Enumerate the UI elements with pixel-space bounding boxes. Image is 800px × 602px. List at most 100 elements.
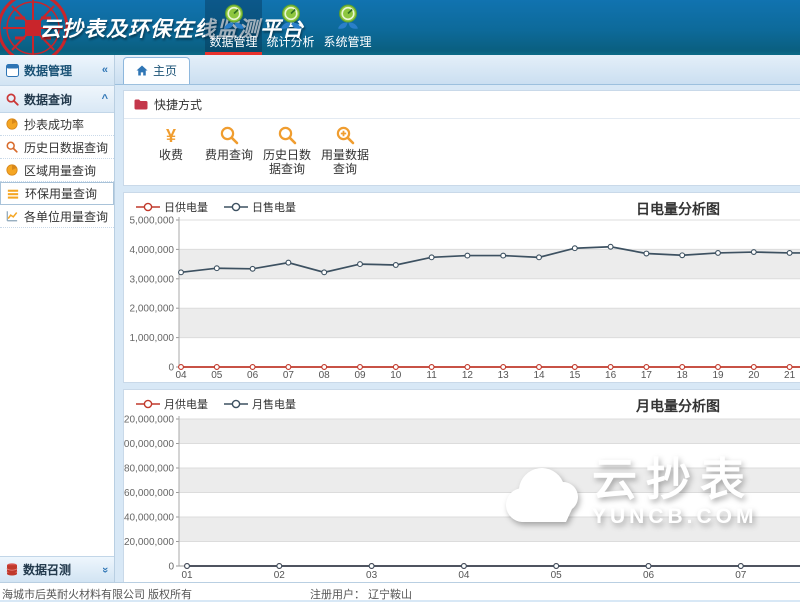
tab-label: 主页 xyxy=(153,62,177,79)
sidebar-item-label: 历史日数据查询 xyxy=(24,139,108,156)
main-content: 快捷方式 ¥ 收费 费用查询 xyxy=(115,85,800,582)
search-icon xyxy=(6,141,18,153)
legend-marker-icon xyxy=(224,399,248,409)
svg-text:60,000,000: 60,000,000 xyxy=(124,488,174,499)
sidebar: 数据管理 « 数据查询 ^ 抄表成功率 历史日数据查询 xyxy=(0,55,115,582)
svg-text:13: 13 xyxy=(498,370,510,381)
svg-text:2,000,000: 2,000,000 xyxy=(130,303,175,314)
gauge-leaf-icon xyxy=(335,4,361,30)
sidebar-section-data-recall[interactable]: 数据召测 » xyxy=(0,556,114,582)
svg-text:08: 08 xyxy=(319,370,331,381)
svg-text:20: 20 xyxy=(748,370,760,381)
sidebar-item-region-usage-query[interactable]: 区域用量查询 xyxy=(0,159,114,182)
svg-text:02: 02 xyxy=(274,570,286,581)
svg-text:12: 12 xyxy=(462,370,474,381)
svg-text:09: 09 xyxy=(354,370,366,381)
shortcut-history-day-query[interactable]: 历史日数据查询 xyxy=(258,125,316,177)
legend-marker-icon xyxy=(136,202,160,212)
menu-item-statistics[interactable]: 统计分析 xyxy=(262,0,319,55)
sidebar-item-label: 抄表成功率 xyxy=(24,116,84,133)
shortcuts-row: ¥ 收费 费用查询 xyxy=(124,119,800,185)
svg-text:05: 05 xyxy=(211,370,223,381)
sidebar-spacer xyxy=(0,228,114,556)
menu-item-label: 系统管理 xyxy=(323,35,371,49)
folder-icon xyxy=(134,99,148,110)
top-menu: 数据管理 统计分析 系统管理 xyxy=(205,0,376,55)
svg-text:80,000,000: 80,000,000 xyxy=(124,463,174,474)
menu-item-label: 数据管理 xyxy=(209,35,257,49)
legend-marker-icon xyxy=(136,399,160,409)
search-icon xyxy=(220,126,239,145)
sidebar-section-label: 数据召测 xyxy=(23,561,71,578)
search-plus-icon xyxy=(336,126,355,145)
main-area: 主页 快捷方式 ¥ 收费 xyxy=(115,55,800,582)
legend-marker-icon xyxy=(224,202,248,212)
shortcut-fee-query[interactable]: 费用查询 xyxy=(200,125,258,177)
sidebar-item-meter-success-rate[interactable]: 抄表成功率 xyxy=(0,113,114,136)
legend-label: 月售电量 xyxy=(252,396,296,412)
legend-item-daily-sale[interactable]: 日售电量 xyxy=(224,199,296,215)
svg-text:10: 10 xyxy=(390,370,402,381)
legend-item-monthly-supply[interactable]: 月供电量 xyxy=(136,396,208,412)
svg-text:16: 16 xyxy=(605,370,617,381)
pie-icon xyxy=(6,164,18,176)
expand-section-icon[interactable]: » xyxy=(99,566,111,572)
gauge-leaf-icon xyxy=(278,4,304,30)
svg-text:3,000,000: 3,000,000 xyxy=(130,274,175,285)
sidebar-item-env-usage-query[interactable]: 环保用量查询 xyxy=(0,182,114,205)
svg-text:21: 21 xyxy=(784,370,796,381)
shortcut-charge[interactable]: ¥ 收费 xyxy=(142,125,200,177)
yuan-icon: ¥ xyxy=(166,127,176,145)
svg-text:20,000,000: 20,000,000 xyxy=(124,537,174,548)
sidebar-item-label: 区域用量查询 xyxy=(24,162,96,179)
svg-text:01: 01 xyxy=(181,570,193,581)
svg-text:03: 03 xyxy=(366,570,378,581)
sidebar-item-label: 各单位用量查询 xyxy=(24,208,108,225)
collapse-section-icon[interactable]: ^ xyxy=(102,93,108,105)
daily-chart-panel: 日供电量 日售电量 日电量分析图 01,000,0002,000,0003,00… xyxy=(123,192,800,383)
legend-label: 日供电量 xyxy=(164,199,208,215)
legend-item-monthly-sale[interactable]: 月售电量 xyxy=(224,396,296,412)
svg-text:5,000,000: 5,000,000 xyxy=(130,216,175,227)
svg-text:100,000,000: 100,000,000 xyxy=(124,439,174,450)
sidebar-item-unit-usage-query[interactable]: 各单位用量查询 xyxy=(0,205,114,228)
menu-item-system-management[interactable]: 系统管理 xyxy=(319,0,376,55)
svg-text:11: 11 xyxy=(426,370,437,381)
legend-item-daily-supply[interactable]: 日供电量 xyxy=(136,199,208,215)
shortcut-label: 收费 xyxy=(159,148,183,162)
gauge-leaf-icon xyxy=(221,4,247,30)
menu-item-data-management[interactable]: 数据管理 xyxy=(205,0,262,55)
registered-user-label: 注册用户： xyxy=(310,589,365,601)
sidebar-section-label: 数据查询 xyxy=(24,91,72,108)
shortcut-usage-data-query[interactable]: 用量数据查询 xyxy=(316,125,374,177)
sidebar-section-data-query[interactable]: 数据查询 ^ xyxy=(0,86,114,113)
svg-text:40,000,000: 40,000,000 xyxy=(124,512,174,523)
svg-text:0: 0 xyxy=(168,362,174,373)
tab-home[interactable]: 主页 xyxy=(123,57,190,84)
app-header: 云抄表及环保在线监测平台 数据管理 统计分析 xyxy=(0,0,800,55)
svg-text:07: 07 xyxy=(283,370,295,381)
svg-text:07: 07 xyxy=(735,570,747,581)
svg-text:0: 0 xyxy=(168,561,174,572)
svg-text:06: 06 xyxy=(247,370,259,381)
svg-text:19: 19 xyxy=(712,370,724,381)
sidebar-title: 数据管理 xyxy=(24,62,72,79)
legend-label: 日售电量 xyxy=(252,199,296,215)
sidebar-header: 数据管理 « xyxy=(0,55,114,86)
search-icon xyxy=(278,126,297,145)
legend-label: 月供电量 xyxy=(164,396,208,412)
monthly-chart-panel: 月供电量 月售电量 月电量分析图 020,000,00040,000,00060… xyxy=(123,389,800,582)
home-icon xyxy=(136,65,148,76)
svg-text:120,000,000: 120,000,000 xyxy=(124,414,174,425)
collapse-sidebar-icon[interactable]: « xyxy=(102,64,108,76)
shortcuts-panel: 快捷方式 ¥ 收费 费用查询 xyxy=(123,90,800,186)
svg-text:17: 17 xyxy=(641,370,653,381)
chart-icon xyxy=(6,210,18,222)
panel-icon xyxy=(6,64,19,77)
svg-text:4,000,000: 4,000,000 xyxy=(130,245,175,256)
tab-bar: 主页 xyxy=(115,55,800,85)
svg-text:1,000,000: 1,000,000 xyxy=(130,333,175,344)
sidebar-item-history-day-query[interactable]: 历史日数据查询 xyxy=(0,136,114,159)
pie-icon xyxy=(6,118,18,130)
monthly-chart: 0 20,000,000 40,000,000 60,000,000 80,000,00… xyxy=(124,413,800,582)
